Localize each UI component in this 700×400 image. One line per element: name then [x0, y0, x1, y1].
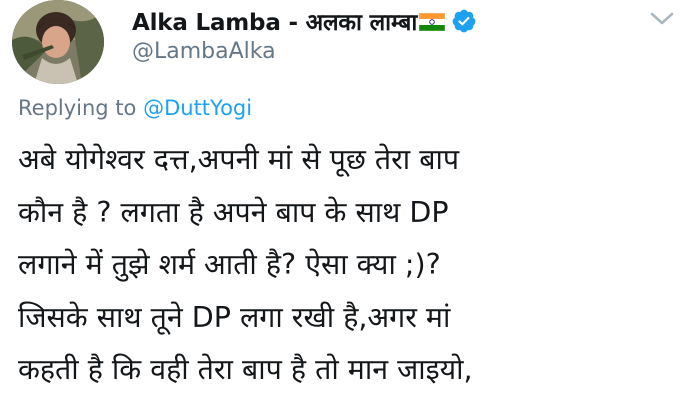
tweet-card: Alka Lamba - अलका लाम्बा @LambaAlka Repl… [0, 0, 700, 400]
avatar-image [12, 0, 104, 84]
replying-to-link[interactable]: @DuttYogi [143, 96, 252, 120]
tweet-text-line: जिसके साथ तूने DP लगा रखी है,अगर मां [18, 300, 451, 334]
replying-prefix: Replying to [18, 96, 137, 120]
author-name-row[interactable]: Alka Lamba - अलका लाम्बा [132, 4, 477, 38]
verified-badge-icon [451, 8, 477, 34]
chevron-down-icon[interactable] [648, 8, 676, 30]
tweet-text-line: कहती है कि वही तेरा बाप है तो मान जाइयो, [18, 353, 473, 386]
tweet-text-line: लगाने में तुझे शर्म आती है? ऐसा क्या ;)? [18, 248, 441, 281]
replying-to: Replying to @DuttYogi [18, 96, 252, 120]
india-flag-icon [418, 12, 446, 32]
tweet-text-line: अबे योगेश्वर दत्त,अपनी मां से पूछ तेरा ब… [18, 143, 460, 176]
avatar[interactable] [12, 0, 104, 84]
author-handle[interactable]: @LambaAlka [132, 39, 276, 64]
tweet-text: अबे योगेश्वर दत्त,अपनी मां से पूछ तेरा ब… [18, 134, 698, 397]
author-display-name[interactable]: Alka Lamba - अलका लाम्बा [132, 5, 417, 37]
tweet-text-line: कौन है ? लगता है अपने बाप के साथ DP [18, 195, 449, 229]
